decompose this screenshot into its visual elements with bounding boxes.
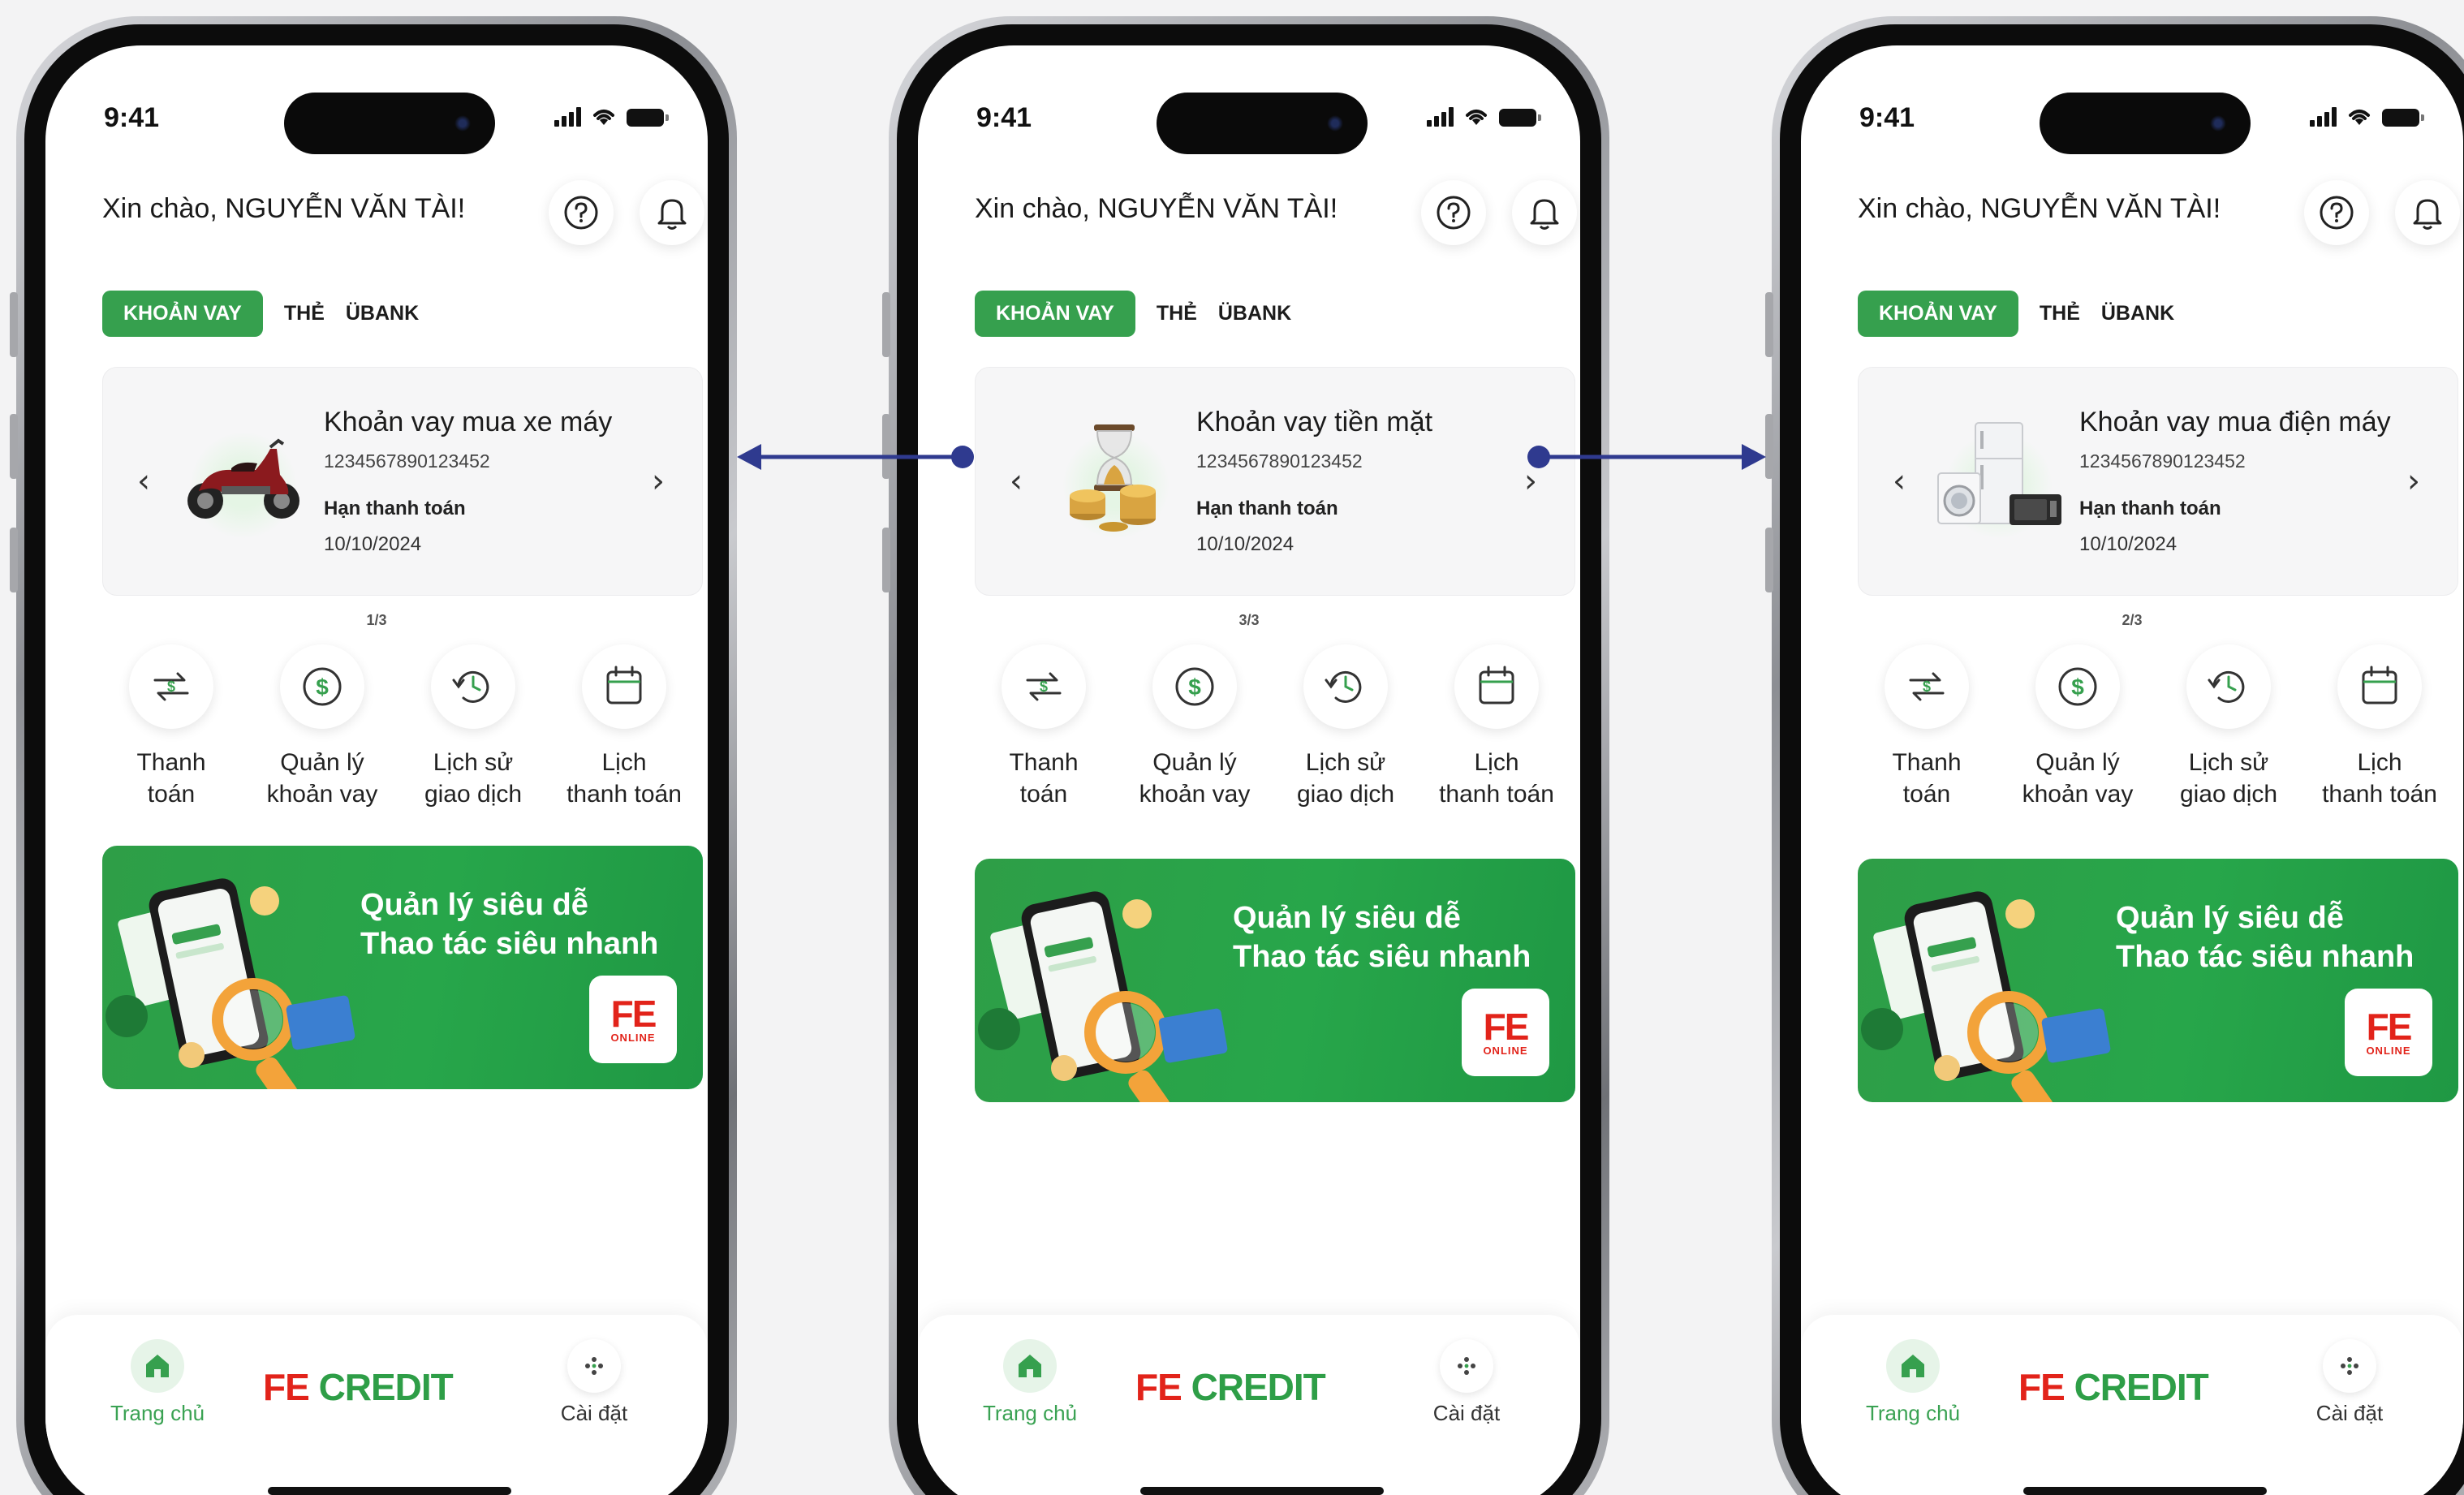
connector-next-arrow (1527, 444, 1766, 470)
connector-prev-arrow (737, 444, 974, 470)
flow-connectors (737, 444, 1766, 470)
